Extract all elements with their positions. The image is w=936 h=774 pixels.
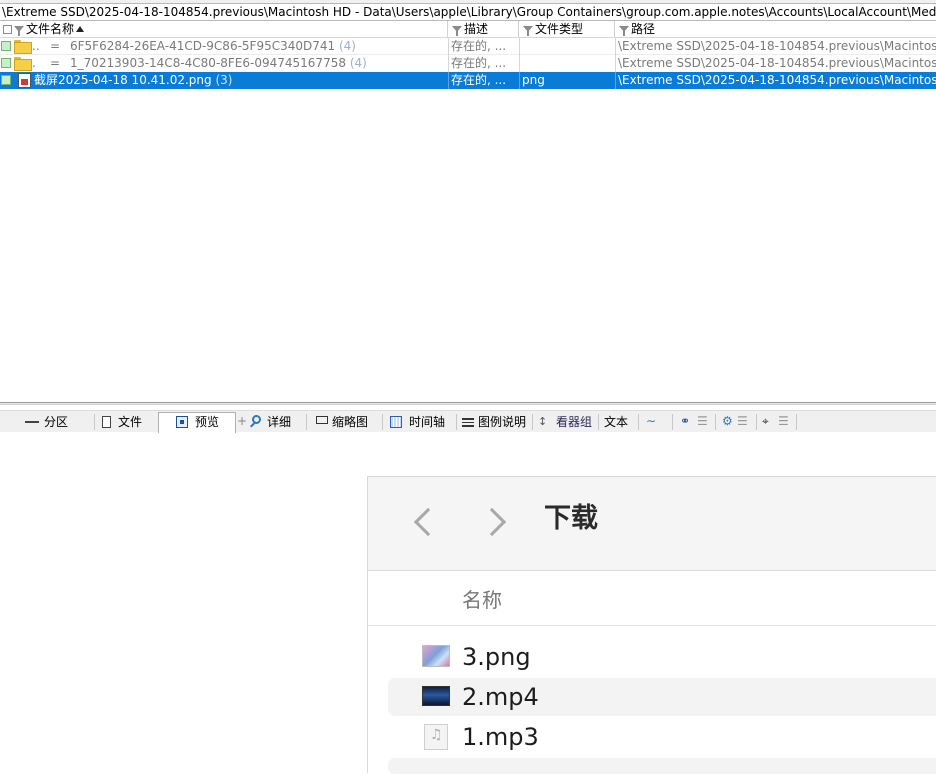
- row-checkbox[interactable]: [1, 75, 11, 85]
- filter-icon[interactable]: [452, 26, 462, 36]
- row-name: 1_70213903-14C8-4C80-8FE6-094745167758 (…: [70, 56, 367, 70]
- lower-pane-tabbar: 分区 文件 预览 + 详细 缩略图 时间轴 图例说明 ↕ 看器组 文本 ∼ ⚭ ☰…: [0, 410, 936, 433]
- sort-ascending-icon: [76, 26, 85, 32]
- tab-text[interactable]: 文本: [600, 413, 636, 431]
- binoculars-icon[interactable]: ⚭: [680, 414, 690, 428]
- list-item[interactable]: [388, 758, 936, 774]
- list-lines-icon: ☰: [697, 414, 708, 428]
- crosshair-icon[interactable]: ⌖: [762, 414, 769, 428]
- row-checkbox[interactable]: [1, 41, 11, 51]
- list-item[interactable]: 3.png: [388, 638, 936, 676]
- tab-partition[interactable]: 分区: [20, 413, 94, 431]
- select-all-checkbox[interactable]: [3, 25, 12, 34]
- image-file-icon: [18, 73, 31, 88]
- list-item[interactable]: 1.mp3: [388, 718, 936, 756]
- forward-arrow-icon[interactable]: [482, 504, 508, 540]
- document-icon: [102, 416, 111, 428]
- list-item[interactable]: 2.mp4: [388, 678, 936, 716]
- tab-preview[interactable]: 预览: [158, 412, 236, 433]
- up-down-arrow-icon: ↕: [538, 415, 548, 428]
- list-icon: [462, 418, 474, 427]
- tab-file[interactable]: 文件: [98, 413, 156, 431]
- tab-thumbnail[interactable]: 缩略图: [312, 413, 382, 431]
- partition-icon: [25, 421, 39, 423]
- video-thumbnail-icon: [422, 686, 450, 706]
- finder-toolbar: 下载: [368, 477, 936, 571]
- column-header-name[interactable]: 文件名称: [14, 21, 448, 37]
- path-bar[interactable]: \Extreme SSD\2025-04-18-104854.previous\…: [0, 3, 936, 21]
- list-lines-icon: ☰: [778, 414, 789, 428]
- column-header-type[interactable]: 文件类型: [520, 21, 615, 37]
- tab-legend[interactable]: 图例说明: [458, 413, 532, 431]
- filter-icon[interactable]: [14, 26, 24, 36]
- tab-viewer-group[interactable]: ↕ 看器组: [534, 413, 598, 431]
- wave-icon[interactable]: ∼: [646, 414, 656, 428]
- pane-splitter[interactable]: [0, 402, 936, 405]
- table-row[interactable]: .. = 6F5F6284-26EA-41CD-9C86-5F95C340D74…: [0, 38, 936, 55]
- calendar-icon: [390, 416, 402, 428]
- column-header-path[interactable]: 路径: [616, 21, 936, 37]
- finder-column-header[interactable]: 名称: [368, 572, 936, 626]
- table-row-selected[interactable]: 截屏2025-04-18 10.41.02.png (3) 存在的, ... p…: [0, 72, 936, 89]
- row-name: 6F5F6284-26EA-41CD-9C86-5F95C340D741 (4): [70, 39, 356, 53]
- row-checkbox[interactable]: [1, 58, 11, 68]
- list-lines-icon: ☰: [737, 414, 748, 428]
- tab-timeline[interactable]: 时间轴: [386, 413, 456, 431]
- tab-detail[interactable]: 详细: [245, 413, 305, 431]
- folder-icon: [14, 40, 32, 54]
- gear-icon[interactable]: ⚙: [722, 414, 733, 428]
- audio-file-icon: [424, 724, 448, 750]
- row-name: 截屏2025-04-18 10.41.02.png (3): [34, 73, 233, 87]
- file-list-header: 文件名称 描述 文件类型 路径: [0, 21, 936, 38]
- finder-title: 下载: [544, 503, 598, 534]
- table-row[interactable]: . = 1_70213903-14C8-4C80-8FE6-0947451677…: [0, 55, 936, 72]
- preview-icon: [176, 416, 188, 428]
- monitor-icon: [316, 416, 328, 424]
- filter-icon[interactable]: [619, 26, 629, 36]
- magnifier-icon: [252, 415, 261, 424]
- filter-icon[interactable]: [523, 26, 533, 36]
- finder-window: 下载 名称 3.png 2.mp4 1.mp3: [367, 476, 936, 774]
- column-header-desc[interactable]: 描述: [449, 21, 519, 37]
- image-thumbnail-icon: [422, 645, 450, 667]
- folder-icon: [14, 57, 32, 71]
- back-arrow-icon[interactable]: [412, 504, 438, 540]
